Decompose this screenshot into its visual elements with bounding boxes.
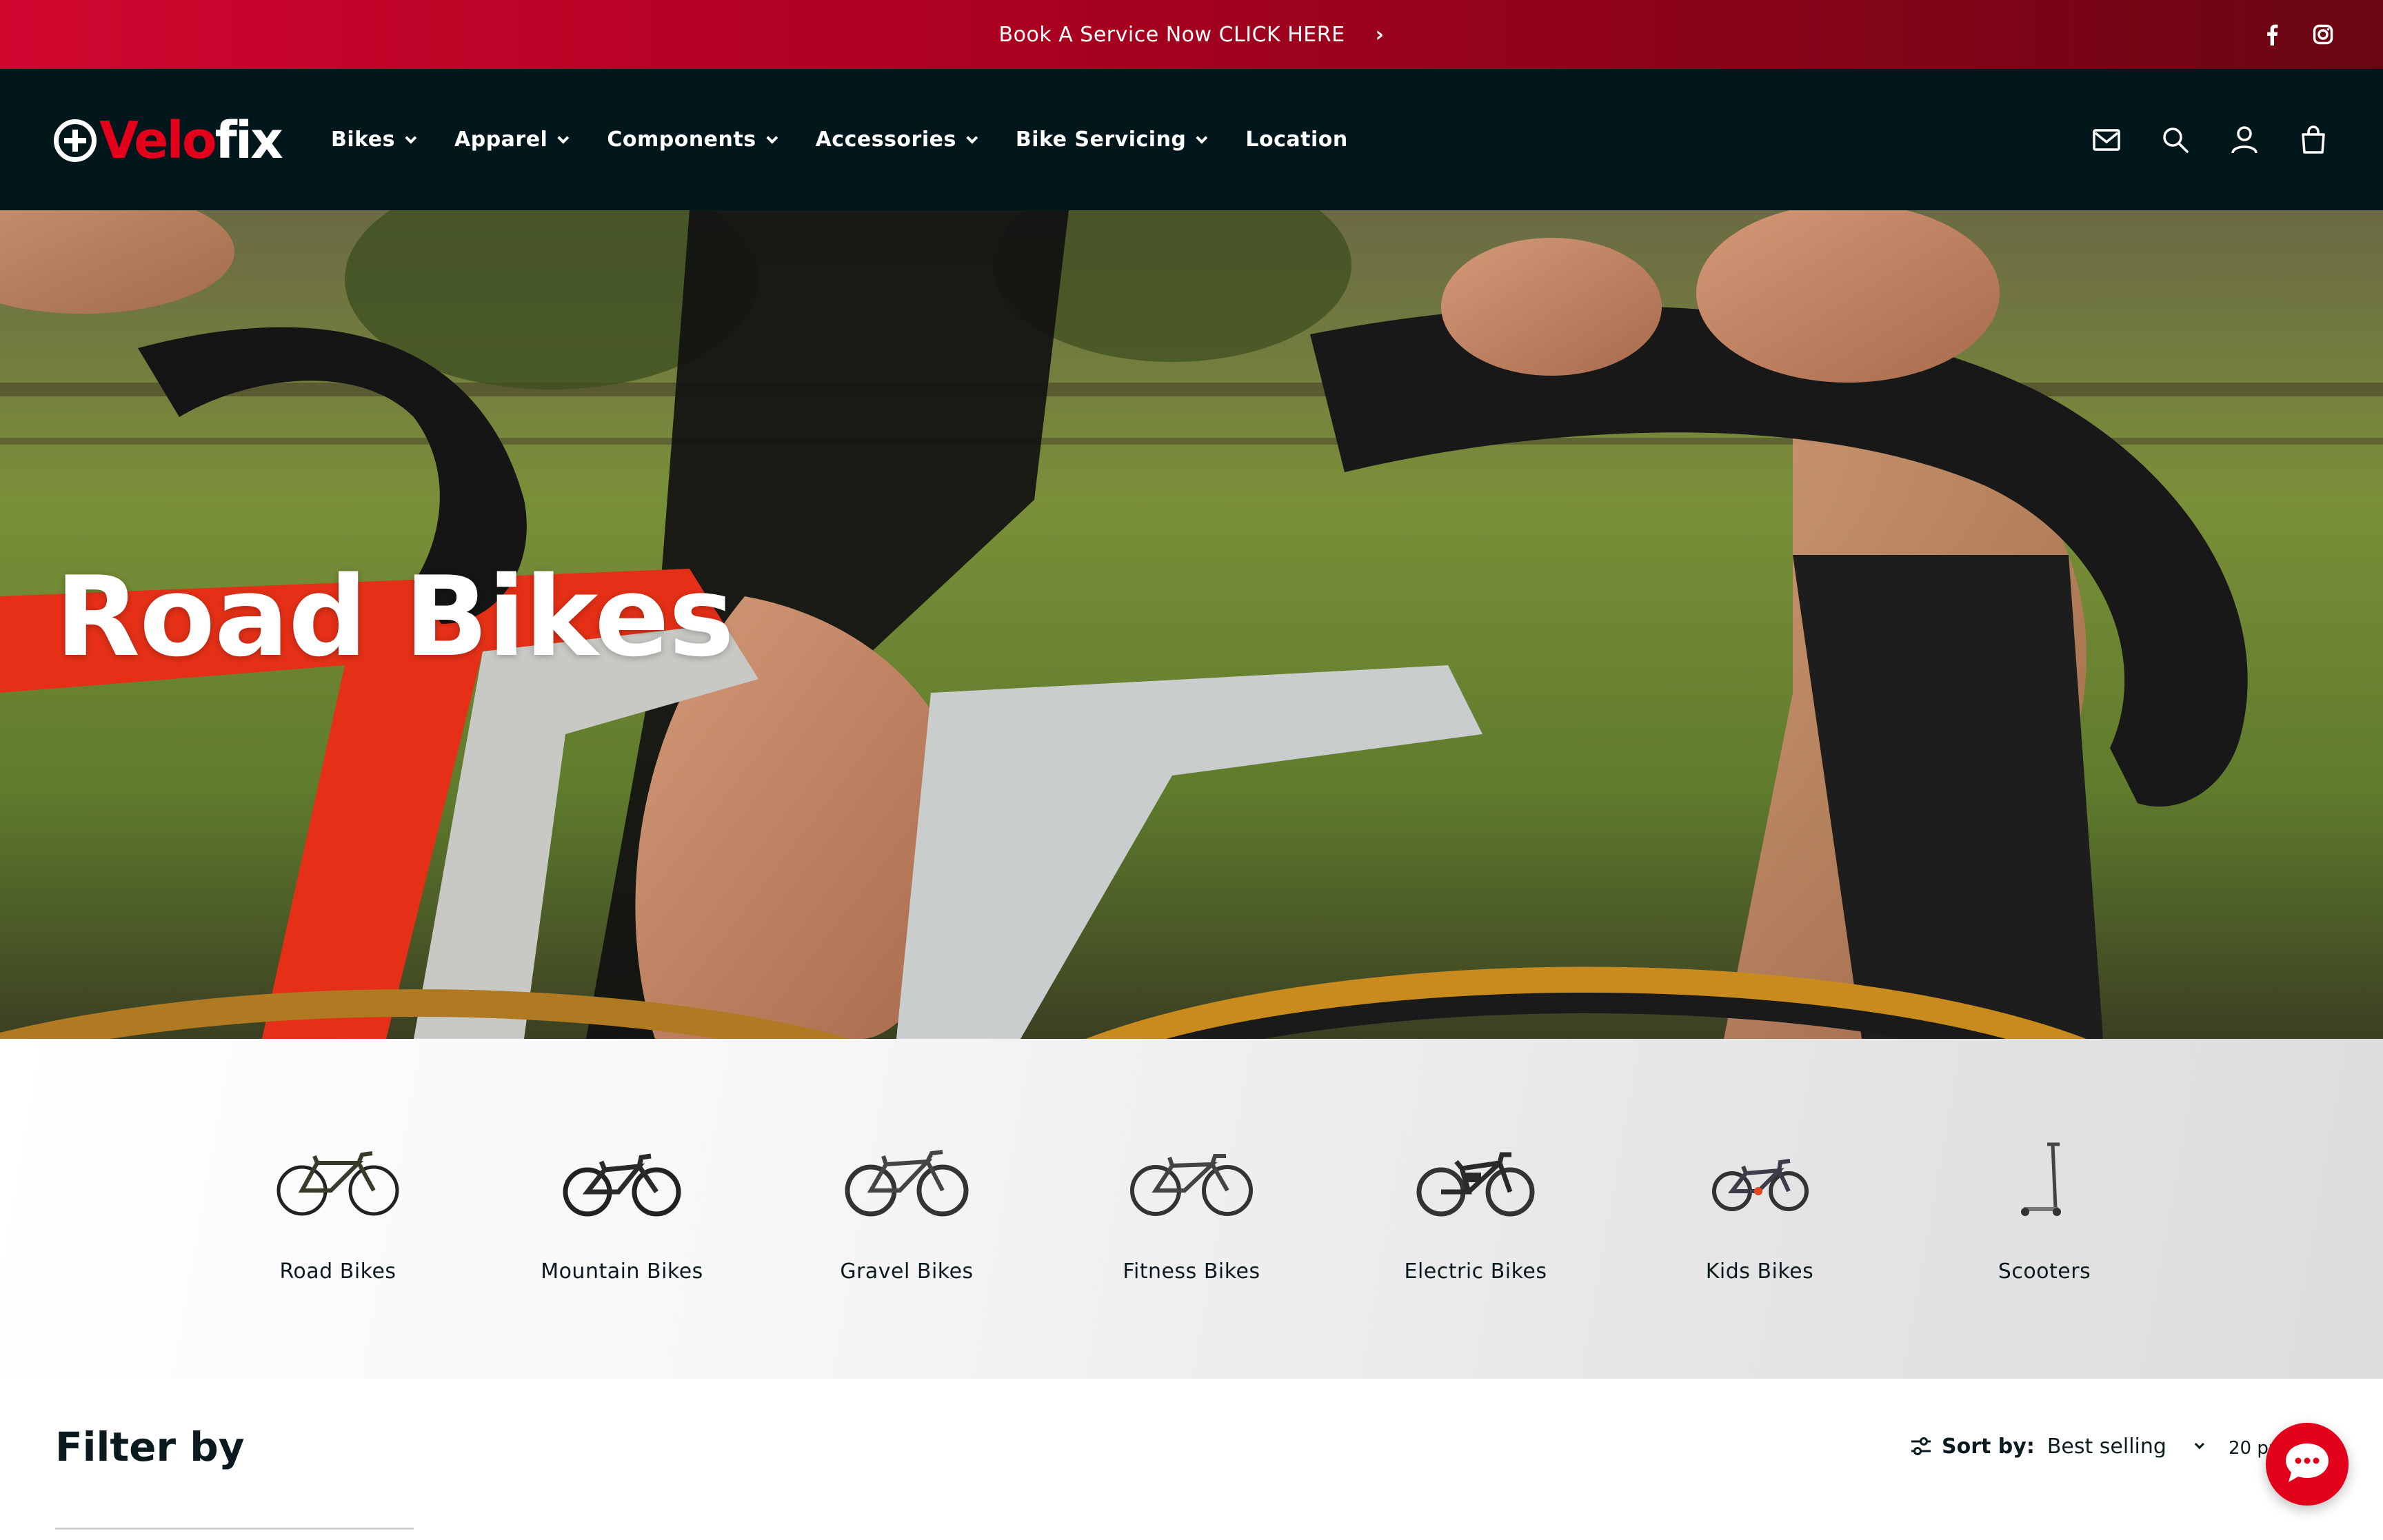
nav-item-accessories[interactable]: Accessories (815, 128, 978, 152)
book-service-link[interactable]: Book A Service Now CLICK HERE › (999, 23, 1385, 47)
category-strip: Road Bikes Mountain Bikes Gravel Bikes F… (0, 1039, 2383, 1379)
category-label: Mountain Bikes (541, 1259, 703, 1284)
main-nav: Bikes Apparel Components Accessories Bik… (331, 69, 1389, 210)
nav-item-label: Location (1245, 128, 1348, 152)
category-label: Road Bikes (279, 1259, 396, 1284)
nav-item-bikes[interactable]: Bikes (331, 128, 417, 152)
category-road-bikes[interactable]: Road Bikes (248, 1128, 428, 1284)
site-logo[interactable]: Velofix (54, 113, 283, 168)
hero-banner: Road Bikes (0, 210, 2383, 1039)
category-label: Scooters (1998, 1259, 2091, 1284)
chevron-down-icon (557, 132, 570, 144)
logo-text-part1: Velo (99, 111, 217, 170)
logo-plus-icon (54, 119, 97, 162)
electric-bike-icon (1407, 1128, 1545, 1232)
category-label: Fitness Bikes (1123, 1259, 1260, 1284)
social-links (2260, 0, 2335, 69)
chevron-down-icon (405, 132, 417, 144)
nav-item-label: Bikes (331, 128, 395, 152)
nav-item-apparel[interactable]: Apparel (454, 128, 570, 152)
nav-item-label: Bike Servicing (1015, 128, 1187, 152)
chat-icon (2283, 1441, 2331, 1488)
category-label: Electric Bikes (1404, 1259, 1547, 1284)
logo-text: Velofix (99, 115, 283, 166)
category-kids-bikes[interactable]: Kids Bikes (1670, 1128, 1849, 1284)
category-gravel-bikes[interactable]: Gravel Bikes (817, 1128, 996, 1284)
sort-label: Sort by: (1942, 1434, 2035, 1459)
divider (55, 1528, 414, 1530)
nav-item-location[interactable]: Location (1245, 128, 1347, 152)
facebook-icon[interactable] (2260, 23, 2284, 46)
category-electric-bikes[interactable]: Electric Bikes (1386, 1128, 1565, 1284)
announcement-bar: Book A Service Now CLICK HERE › (0, 0, 2383, 69)
sort-select-value[interactable]: Best selling (2047, 1435, 2166, 1459)
cart-icon[interactable] (2299, 125, 2328, 154)
road-bike-icon (269, 1128, 407, 1232)
nav-item-label: Components (607, 128, 756, 152)
nav-item-label: Accessories (815, 128, 956, 152)
category-mountain-bikes[interactable]: Mountain Bikes (532, 1128, 712, 1284)
mail-icon[interactable] (2092, 125, 2121, 154)
chevron-down-icon (765, 132, 778, 144)
sliders-icon (1909, 1434, 1933, 1459)
chevron-down-icon (1196, 132, 1208, 144)
account-icon[interactable] (2230, 125, 2259, 154)
category-fitness-bikes[interactable]: Fitness Bikes (1102, 1128, 1281, 1284)
header-icons (2092, 69, 2328, 210)
nav-item-bike-servicing[interactable]: Bike Servicing (1015, 128, 1208, 152)
category-label: Kids Bikes (1705, 1259, 1814, 1284)
nav-item-label: Apparel (454, 128, 548, 152)
mountain-bike-icon (553, 1128, 691, 1232)
chevron-down-icon (2194, 1439, 2204, 1450)
instagram-icon[interactable] (2311, 23, 2335, 46)
site-header: Velofix Bikes Apparel Components Accesso… (0, 69, 2383, 210)
chevron-down-icon (966, 132, 978, 144)
category-label: Gravel Bikes (840, 1259, 974, 1284)
gravel-bike-icon (838, 1128, 976, 1232)
filter-heading: Filter by (55, 1424, 245, 1470)
search-icon[interactable] (2161, 125, 2190, 154)
logo-text-part2: fix (214, 111, 283, 170)
fitness-bike-icon (1123, 1128, 1260, 1232)
scooter-icon (1975, 1128, 2113, 1232)
page-title: Road Bikes (55, 552, 734, 681)
sort-control[interactable]: Sort by: Best selling (1909, 1434, 2204, 1459)
chat-button[interactable] (2266, 1423, 2349, 1506)
chevron-right-icon: › (1375, 22, 1385, 47)
category-scooters[interactable]: Scooters (1955, 1128, 2134, 1284)
kids-bike-icon (1691, 1128, 1829, 1232)
announcement-text: Book A Service Now CLICK HERE (998, 22, 1345, 47)
nav-item-components[interactable]: Components (607, 128, 778, 152)
